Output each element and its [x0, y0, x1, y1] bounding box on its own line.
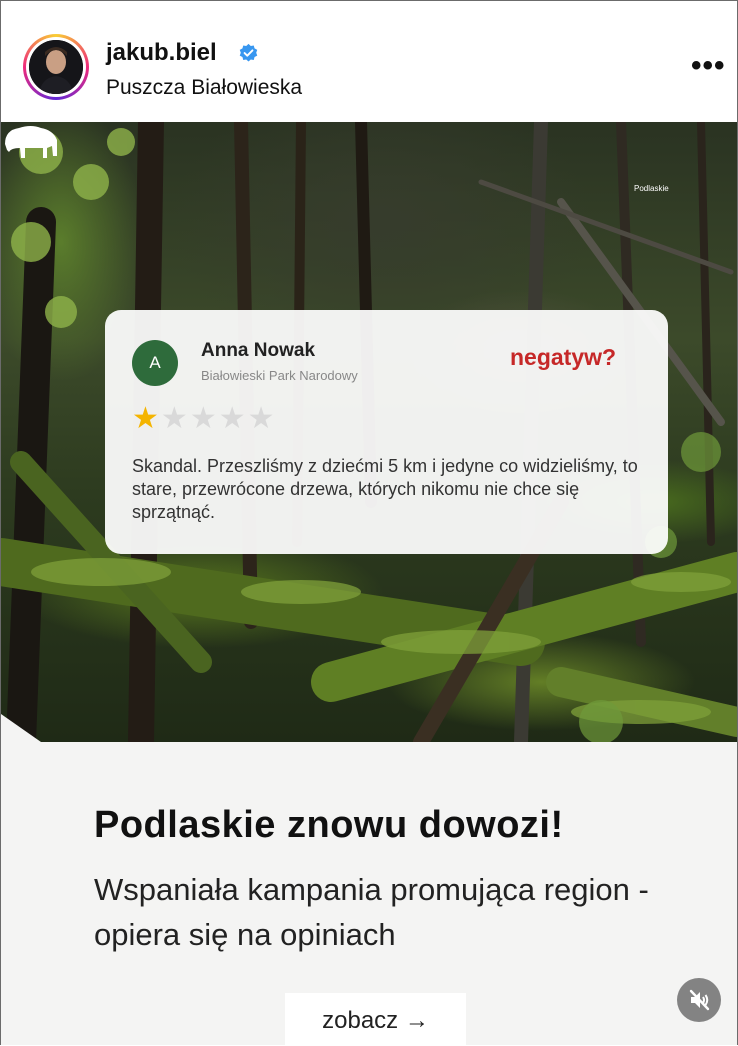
- see-more-button[interactable]: zobacz →: [285, 993, 466, 1045]
- star-icon: ★: [160, 402, 190, 435]
- headline: Podlaskie znowu dowozi!: [94, 804, 564, 846]
- muted-speaker-icon[interactable]: [677, 978, 721, 1022]
- post-header: jakub.biel Puszcza Białowieska •••: [1, 1, 737, 122]
- star-icon: ★: [132, 402, 161, 435]
- brand-label: Podlaskie: [634, 184, 669, 193]
- review-card: A Anna Nowak Białowieski Park Narodowy n…: [105, 310, 668, 554]
- podlaskie-bison-logo: [5, 126, 57, 158]
- instagram-post: jakub.biel Puszcza Białowieska ••• Podla…: [0, 0, 738, 1045]
- reviewer-name: Anna Nowak: [201, 340, 316, 361]
- verified-badge-icon: [239, 43, 258, 62]
- username[interactable]: jakub.biel: [106, 39, 217, 67]
- review-place: Białowieski Park Narodowy: [201, 368, 358, 383]
- star-icon: ★: [247, 402, 277, 435]
- avatar-photo: [29, 40, 83, 94]
- avatar[interactable]: [29, 40, 83, 94]
- subtitle: Wspaniała kampania promująca region - op…: [94, 872, 649, 952]
- post-media[interactable]: Podlaskie A Anna Nowak Białowieski Park …: [1, 122, 737, 1045]
- more-dots-icon[interactable]: •••: [691, 51, 726, 81]
- star-icon: ★: [189, 402, 219, 435]
- review-text: Skandal. Przeszliśmy z dziećmi 5 km i je…: [132, 456, 638, 522]
- avatar-border: [26, 37, 86, 97]
- negative-tag: negatyw?: [510, 344, 617, 370]
- star-rating: ★★★★★: [132, 401, 277, 436]
- post-location[interactable]: Puszcza Białowieska: [106, 76, 302, 100]
- mute-glyph: [689, 989, 710, 1011]
- reviewer-avatar: A: [132, 340, 178, 386]
- star-icon: ★: [218, 402, 248, 435]
- story-ring[interactable]: [23, 34, 89, 100]
